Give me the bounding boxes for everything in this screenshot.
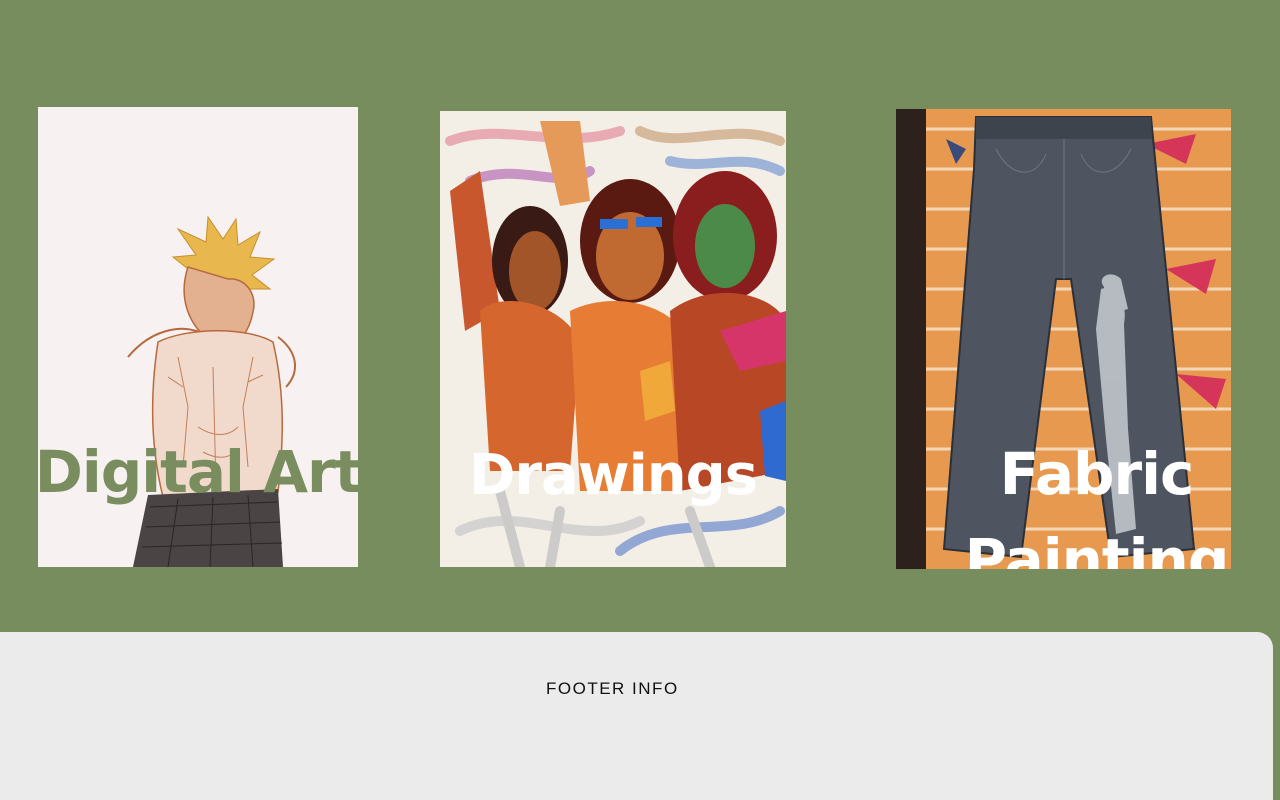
card-title: Digital Art	[38, 438, 358, 506]
page: Digital Art Drawings Fabric Painting FOO…	[0, 0, 1280, 800]
card-title: Fabric Painting	[964, 440, 1230, 569]
card-title: Drawings	[468, 443, 758, 508]
footer-info: FOOTER INFO	[546, 679, 679, 698]
digital-art-card[interactable]: Digital Art	[38, 107, 358, 567]
drawings-card[interactable]: Drawings	[440, 111, 786, 567]
fabric-painting-card[interactable]: Fabric Painting	[896, 109, 1231, 569]
footer	[0, 632, 1273, 800]
